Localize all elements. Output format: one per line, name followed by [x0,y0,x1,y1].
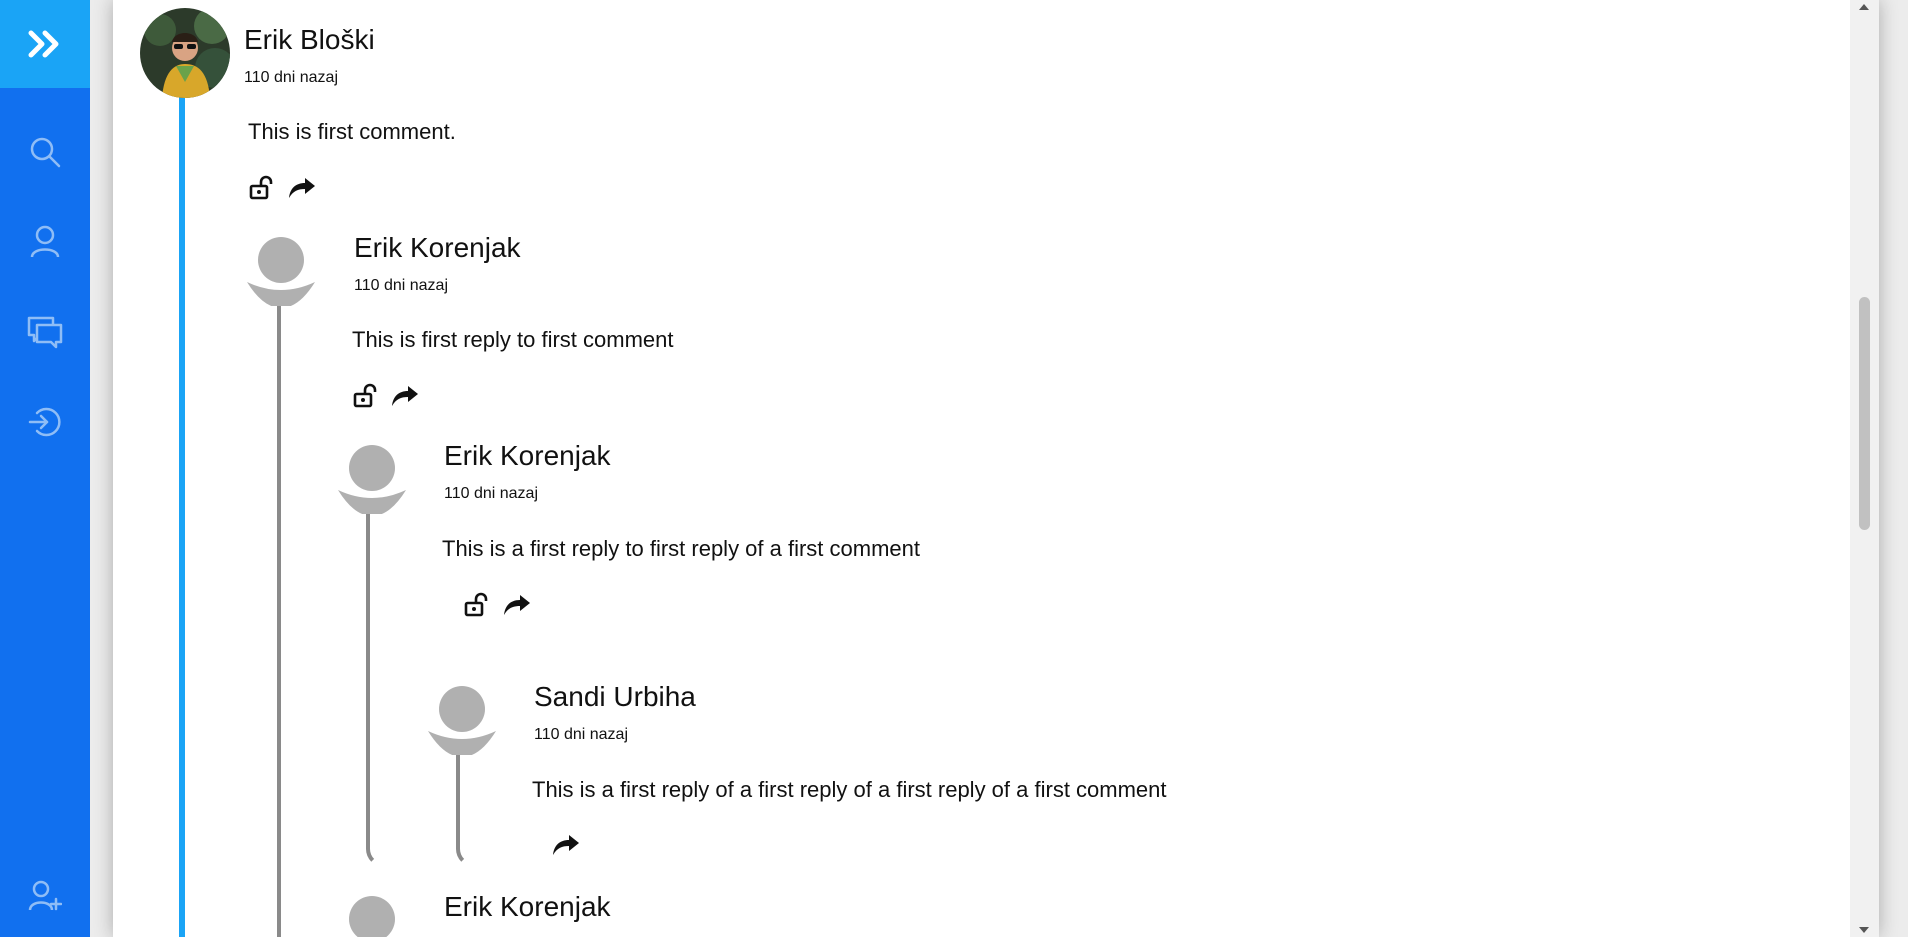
scroll-down-arrow[interactable] [1859,927,1869,933]
reply-arrow-icon [504,595,530,615]
avatar[interactable] [428,685,498,757]
comment-author[interactable]: Erik Korenjak [354,232,521,264]
thread-line-level-1 [277,300,281,937]
unlock-icon [464,592,488,617]
sidebar-toggle-button[interactable] [0,0,90,88]
chat-icon [27,316,63,349]
reply-button[interactable] [288,174,316,202]
add-user-icon [28,880,62,911]
thread-line-root [179,95,185,937]
search-icon [30,137,61,168]
login-icon [28,407,61,437]
reply-button[interactable] [552,831,580,859]
unlock-button[interactable] [463,591,491,619]
comment-author[interactable]: Erik Bloški [244,24,375,56]
avatar[interactable] [338,895,408,937]
scroll-up-arrow[interactable] [1859,4,1869,10]
unlock-icon [249,175,273,200]
reply-arrow-icon [392,386,418,406]
sidebar-item-add-user[interactable] [0,866,90,926]
comment-author[interactable]: Sandi Urbiha [534,681,696,713]
unlock-button[interactable] [352,382,380,410]
comment-author[interactable]: Erik Korenjak [444,440,611,472]
comment-text: This is a first reply to first reply of … [442,536,921,561]
reply-button[interactable] [391,382,419,410]
sidebar-item-profile[interactable] [0,212,90,272]
comment-text: This is first comment. [248,119,456,144]
comment-text: This is a first reply of a first reply o… [532,777,1167,802]
scrollbar[interactable] [1850,0,1879,937]
comments-panel: Erik Bloški 110 dni nazaj This is first … [113,0,1879,937]
comment-text: This is first reply to first comment [352,327,674,352]
comment-timestamp: 110 dni nazaj [534,726,628,743]
comment-timestamp: 110 dni nazaj [444,485,538,502]
avatar[interactable] [338,444,408,516]
thread-line-level-2 [366,508,386,867]
reply-arrow-icon [289,178,315,198]
avatar[interactable] [140,8,230,98]
unlock-icon [353,383,377,408]
sidebar-item-messages[interactable] [0,302,90,362]
reply-button[interactable] [503,591,531,619]
scrollbar-thumb[interactable] [1859,297,1870,530]
comment-author[interactable]: Erik Korenjak [444,891,611,923]
thread-line-level-3 [456,750,476,867]
sidebar-item-search[interactable] [0,122,90,182]
sidebar [0,0,90,937]
double-chevron-right-icon [28,30,59,58]
user-icon [30,225,60,258]
reply-arrow-icon [553,835,579,855]
sidebar-item-login[interactable] [0,392,90,452]
avatar[interactable] [247,236,317,308]
comment-timestamp: 110 dni nazaj [354,277,448,294]
unlock-button[interactable] [248,174,276,202]
comment-timestamp: 110 dni nazaj [244,69,338,86]
